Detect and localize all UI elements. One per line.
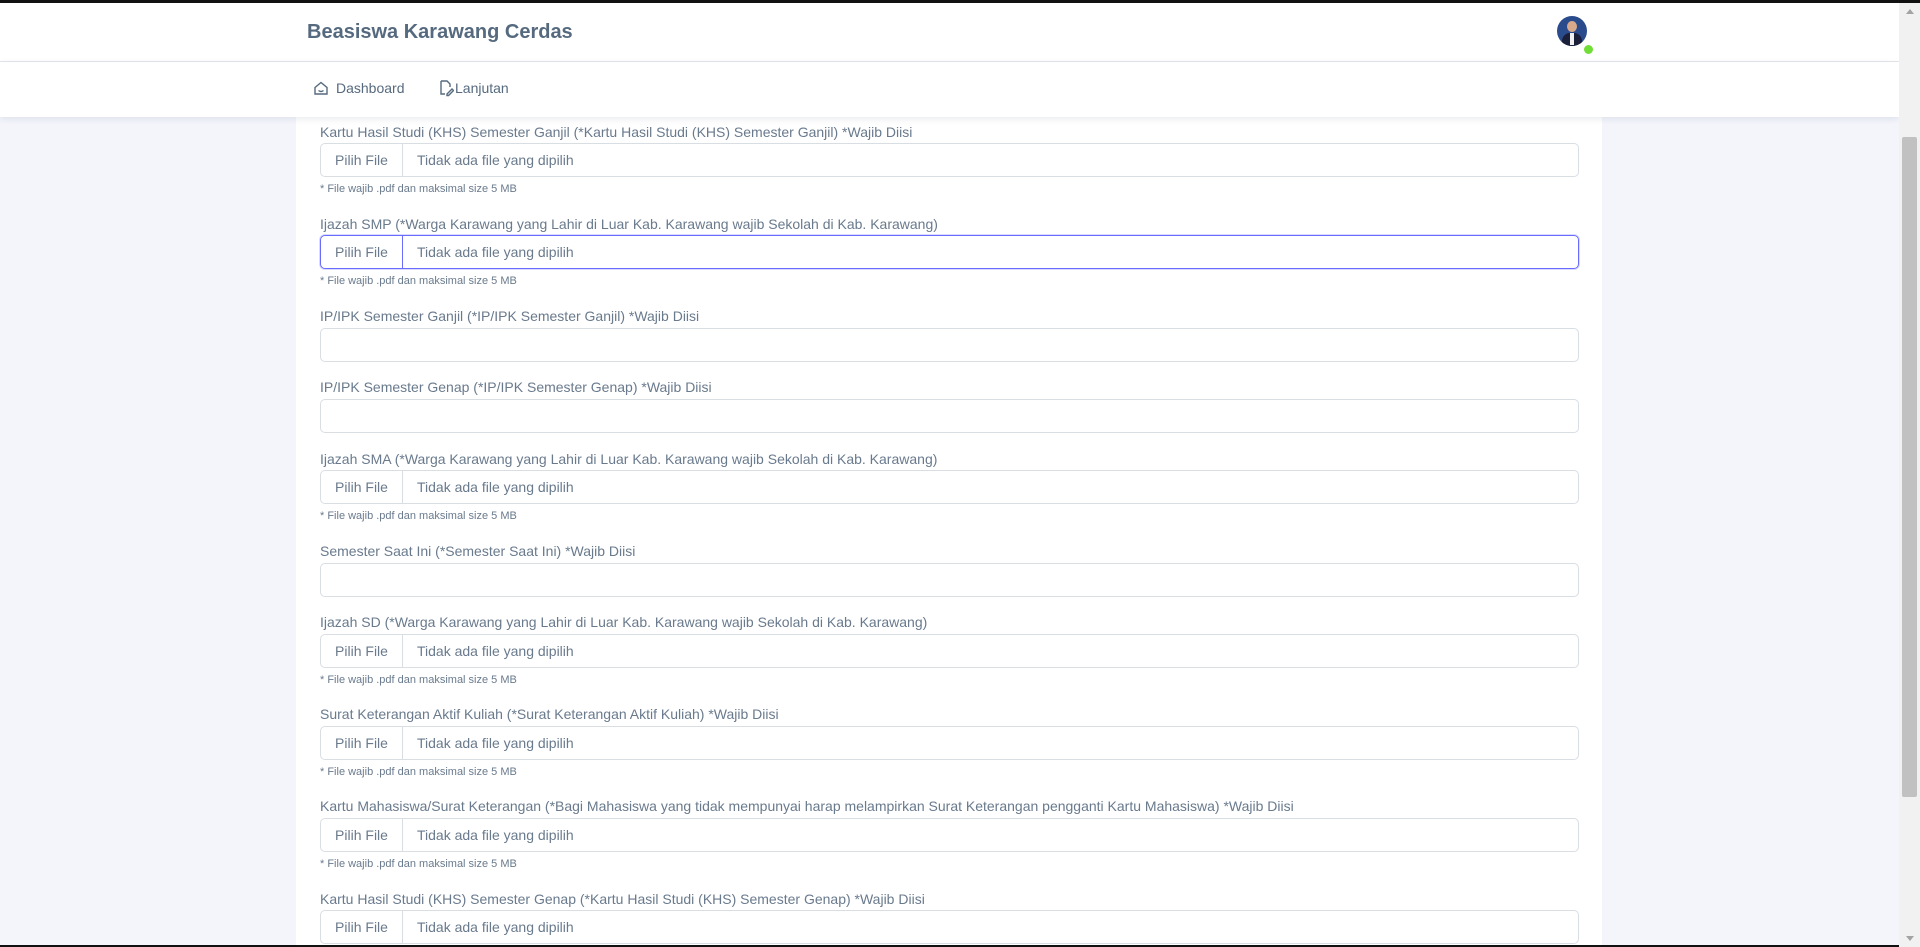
file-hint: * File wajib .pdf dan maksimal size 5 MB	[320, 674, 517, 686]
horizontal-menu: Dashboard Lanjutan	[0, 62, 1899, 117]
ipk-ganjil-input[interactable]	[320, 328, 1579, 362]
semester-saat-ini-input[interactable]	[320, 563, 1579, 597]
online-status-dot	[1582, 43, 1595, 56]
file-hint: * File wajib .pdf dan maksimal size 5 MB	[320, 510, 517, 522]
kartu-mahasiswa-label: Kartu Mahasiswa/Surat Keterangan (*Bagi …	[320, 798, 1294, 814]
choose-file-button[interactable]: Pilih File	[321, 819, 403, 851]
avatar-face	[1567, 21, 1577, 32]
menu-item-dashboard[interactable]: Dashboard	[312, 79, 405, 97]
file-status-text: Tidak ada file yang dipilih	[417, 735, 574, 751]
file-status-text: Tidak ada file yang dipilih	[417, 827, 574, 843]
kartu-mahasiswa-file-input[interactable]: Pilih File Tidak ada file yang dipilih	[320, 818, 1579, 852]
file-hint: * File wajib .pdf dan maksimal size 5 MB	[320, 275, 517, 287]
surat-aktif-kuliah-label: Surat Keterangan Aktif Kuliah (*Surat Ke…	[320, 706, 779, 722]
menu-item-lanjutan[interactable]: Lanjutan	[438, 79, 509, 97]
choose-file-button[interactable]: Pilih File	[321, 635, 403, 667]
file-hint: * File wajib .pdf dan maksimal size 5 MB	[320, 858, 517, 870]
ijazah-smp-file-input[interactable]: Pilih File Tidak ada file yang dipilih	[320, 235, 1579, 269]
avatar-shirt	[1570, 33, 1574, 45]
khs-genap-label: Kartu Hasil Studi (KHS) Semester Genap (…	[320, 891, 925, 907]
menu-item-lanjutan-label: Lanjutan	[455, 80, 509, 96]
choose-file-button[interactable]: Pilih File	[321, 144, 403, 176]
file-hint: * File wajib .pdf dan maksimal size 5 MB	[320, 766, 517, 778]
khs-ganjil-file-input[interactable]: Pilih File Tidak ada file yang dipilih	[320, 143, 1579, 177]
app-title[interactable]: Beasiswa Karawang Cerdas	[307, 21, 573, 44]
user-avatar[interactable]	[1557, 16, 1587, 46]
khs-genap-file-input[interactable]: Pilih File Tidak ada file yang dipilih	[320, 910, 1579, 944]
khs-ganjil-label: Kartu Hasil Studi (KHS) Semester Ganjil …	[320, 124, 913, 140]
home-icon	[312, 79, 330, 97]
surat-aktif-kuliah-file-input[interactable]: Pilih File Tidak ada file yang dipilih	[320, 726, 1579, 760]
choose-file-button[interactable]: Pilih File	[321, 471, 403, 503]
ipk-genap-input[interactable]	[320, 399, 1579, 433]
choose-file-button[interactable]: Pilih File	[321, 911, 403, 943]
semester-saat-ini-label: Semester Saat Ini (*Semester Saat Ini) *…	[320, 543, 636, 559]
file-edit-icon	[438, 79, 454, 97]
ijazah-sd-label: Ijazah SD (*Warga Karawang yang Lahir di…	[320, 614, 928, 630]
choose-file-button[interactable]: Pilih File	[321, 727, 403, 759]
file-status-text: Tidak ada file yang dipilih	[417, 152, 574, 168]
window-top-border	[0, 0, 1920, 3]
ijazah-sd-file-input[interactable]: Pilih File Tidak ada file yang dipilih	[320, 634, 1579, 668]
file-hint: * File wajib .pdf dan maksimal size 5 MB	[320, 183, 517, 195]
file-status-text: Tidak ada file yang dipilih	[417, 244, 574, 260]
ijazah-sma-file-input[interactable]: Pilih File Tidak ada file yang dipilih	[320, 470, 1579, 504]
choose-file-button[interactable]: Pilih File	[321, 236, 403, 268]
ijazah-smp-label: Ijazah SMP (*Warga Karawang yang Lahir d…	[320, 216, 938, 232]
file-status-text: Tidak ada file yang dipilih	[417, 919, 574, 935]
scrollbar-thumb[interactable]	[1902, 137, 1917, 797]
ipk-genap-label: IP/IPK Semester Genap (*IP/IPK Semester …	[320, 379, 712, 395]
scroll-down-arrow-icon[interactable]	[1899, 930, 1920, 947]
scroll-up-arrow-icon[interactable]	[1899, 3, 1920, 20]
file-status-text: Tidak ada file yang dipilih	[417, 643, 574, 659]
top-navbar: Beasiswa Karawang Cerdas	[0, 3, 1899, 62]
menu-item-dashboard-label: Dashboard	[336, 80, 405, 96]
ipk-ganjil-label: IP/IPK Semester Ganjil (*IP/IPK Semester…	[320, 308, 700, 324]
page-scrollbar[interactable]	[1899, 3, 1920, 947]
file-status-text: Tidak ada file yang dipilih	[417, 479, 574, 495]
ijazah-sma-label: Ijazah SMA (*Warga Karawang yang Lahir d…	[320, 451, 938, 467]
